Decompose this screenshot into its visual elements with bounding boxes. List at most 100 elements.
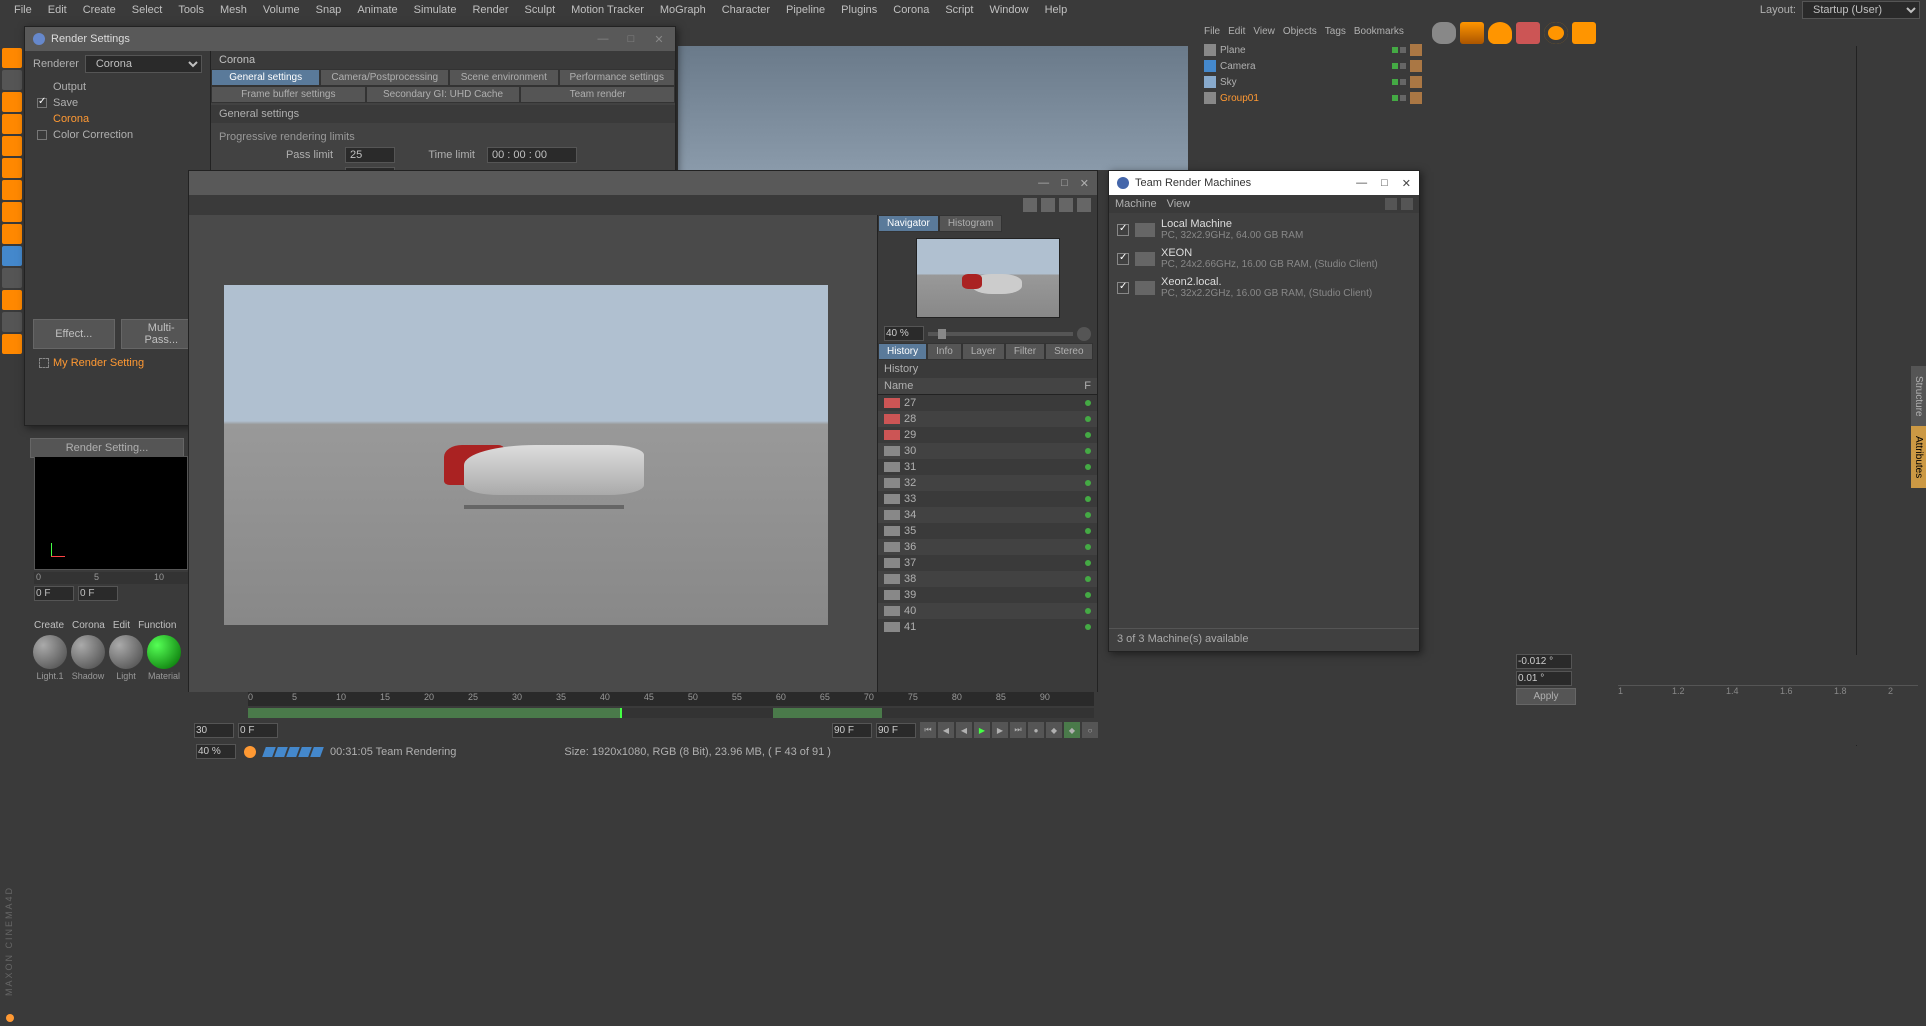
- tab-info[interactable]: Info: [927, 343, 962, 360]
- tool-blue-icon[interactable]: [2, 246, 22, 266]
- pv-close-icon[interactable]: ✕: [1080, 177, 1089, 190]
- history-row[interactable]: 31: [878, 459, 1097, 475]
- main-viewport[interactable]: [678, 46, 1188, 170]
- menu-simulate[interactable]: Simulate: [406, 4, 465, 16]
- timeline-ruler[interactable]: 0 5 10: [34, 572, 188, 584]
- cloud-icon[interactable]: [1432, 22, 1456, 44]
- menu-file[interactable]: File: [6, 4, 40, 16]
- history-row[interactable]: 30: [878, 443, 1097, 459]
- tab-history[interactable]: History: [878, 343, 927, 360]
- goto-end-icon[interactable]: ⏭: [1010, 722, 1026, 738]
- frame-start2-input[interactable]: [238, 723, 278, 738]
- tool-cube6-icon[interactable]: [2, 180, 22, 200]
- keyframe-icon[interactable]: ◆: [1046, 722, 1062, 738]
- apply-button[interactable]: Apply: [1516, 688, 1576, 705]
- object-tag-icon[interactable]: [1410, 92, 1422, 104]
- frame-b-input[interactable]: [78, 586, 118, 601]
- goto-start-icon[interactable]: ⏮: [920, 722, 936, 738]
- timeline-track[interactable]: [248, 708, 1094, 718]
- material-item[interactable]: Material: [146, 635, 182, 681]
- obj-menu-tags[interactable]: Tags: [1325, 26, 1346, 37]
- autokey-icon[interactable]: ◆: [1064, 722, 1080, 738]
- trm-menu-view[interactable]: View: [1167, 198, 1191, 210]
- tool-cube4-icon[interactable]: [2, 136, 22, 156]
- target-icon[interactable]: [1544, 22, 1568, 44]
- obj-menu-view[interactable]: View: [1253, 26, 1275, 37]
- history-row[interactable]: 32: [878, 475, 1097, 491]
- tool-cube-icon[interactable]: [2, 48, 22, 68]
- tab-scene-environment[interactable]: Scene environment: [449, 69, 558, 86]
- coord-input-2[interactable]: [1516, 671, 1572, 686]
- obj-menu-edit[interactable]: Edit: [1228, 26, 1245, 37]
- pv-tool-icon[interactable]: [1023, 198, 1037, 212]
- pv-tool-icon[interactable]: [1059, 198, 1073, 212]
- time-limit-input[interactable]: [487, 147, 577, 163]
- tool-cube8-icon[interactable]: [2, 224, 22, 244]
- renderer-dropdown[interactable]: Corona: [85, 55, 202, 73]
- tool-cube2-icon[interactable]: [2, 92, 22, 112]
- machine-checkbox[interactable]: [1117, 224, 1129, 236]
- navigator-thumbnail[interactable]: [916, 238, 1060, 318]
- menu-window[interactable]: Window: [981, 4, 1036, 16]
- pv-maximize-icon[interactable]: □: [1061, 177, 1068, 190]
- menu-edit[interactable]: Edit: [40, 4, 75, 16]
- object-row[interactable]: Sky: [1200, 74, 1426, 90]
- trm-filter-icon[interactable]: [1401, 198, 1413, 210]
- object-row[interactable]: Camera: [1200, 58, 1426, 74]
- tab-general-settings[interactable]: General settings: [211, 69, 320, 86]
- prev-frame-icon[interactable]: ◀: [938, 722, 954, 738]
- menu-mesh[interactable]: Mesh: [212, 4, 255, 16]
- graph-panel[interactable]: 11.21.41.61.82: [1618, 655, 1918, 745]
- machine-row[interactable]: Xeon2.local.PC, 32x2.2GHz, 16.00 GB RAM,…: [1111, 273, 1417, 302]
- history-row[interactable]: 36: [878, 539, 1097, 555]
- pass-limit-input[interactable]: [345, 147, 395, 163]
- tool-last-icon[interactable]: [2, 334, 22, 354]
- tab-secondary-gi[interactable]: Secondary GI: UHD Cache: [366, 86, 521, 103]
- record-icon[interactable]: ●: [1028, 722, 1044, 738]
- next-frame-icon[interactable]: ▶: [992, 722, 1008, 738]
- tab-filter[interactable]: Filter: [1005, 343, 1045, 360]
- effect-button[interactable]: Effect...: [33, 319, 115, 349]
- menu-character[interactable]: Character: [714, 4, 778, 16]
- tab-camera-postprocessing[interactable]: Camera/Postprocessing: [320, 69, 449, 86]
- camera-icon[interactable]: [1516, 22, 1540, 44]
- pv-tool-icon[interactable]: [1041, 198, 1055, 212]
- tab-team-render[interactable]: Team render: [520, 86, 675, 103]
- tree-icon[interactable]: [1460, 22, 1484, 44]
- tool-move-icon[interactable]: [2, 70, 22, 90]
- tab-performance-settings[interactable]: Performance settings: [559, 69, 676, 86]
- light-icon[interactable]: [1488, 22, 1512, 44]
- object-row[interactable]: Plane: [1200, 42, 1426, 58]
- obj-menu-bookmarks[interactable]: Bookmarks: [1354, 26, 1404, 37]
- tool-s-icon[interactable]: [2, 268, 22, 288]
- history-row[interactable]: 33: [878, 491, 1097, 507]
- tool-orange-icon[interactable]: [2, 290, 22, 310]
- trm-menu-machine[interactable]: Machine: [1115, 198, 1157, 210]
- menu-sculpt[interactable]: Sculpt: [517, 4, 564, 16]
- mat-menu-function[interactable]: Function: [138, 620, 176, 631]
- object-tag-icon[interactable]: [1410, 60, 1422, 72]
- close-icon[interactable]: ✕: [651, 31, 667, 47]
- coord-input-1[interactable]: [1516, 654, 1572, 669]
- render-settings-titlebar[interactable]: Render Settings — □ ✕: [25, 27, 675, 51]
- trm-close-icon[interactable]: ✕: [1402, 177, 1411, 190]
- trm-maximize-icon[interactable]: □: [1381, 177, 1388, 190]
- tool-cube3-icon[interactable]: [2, 114, 22, 134]
- pv-tool-icon[interactable]: [1077, 198, 1091, 212]
- tab-layer[interactable]: Layer: [962, 343, 1005, 360]
- history-row[interactable]: 40: [878, 603, 1097, 619]
- machine-checkbox[interactable]: [1117, 253, 1129, 265]
- frame-end2-input[interactable]: [876, 723, 916, 738]
- material-item[interactable]: Shadow: [70, 635, 106, 681]
- layout-dropdown[interactable]: Startup (User): [1802, 1, 1920, 19]
- attr-tab-structure[interactable]: Structure: [1911, 366, 1926, 427]
- play-icon[interactable]: ▶: [974, 722, 990, 738]
- menu-mograph[interactable]: MoGraph: [652, 4, 714, 16]
- history-row[interactable]: 41: [878, 619, 1097, 635]
- tool-cube7-icon[interactable]: [2, 202, 22, 222]
- frame-end-input[interactable]: [832, 723, 872, 738]
- menu-motiontracker[interactable]: Motion Tracker: [563, 4, 652, 16]
- tab-frame-buffer[interactable]: Frame buffer settings: [211, 86, 366, 103]
- history-row[interactable]: 35: [878, 523, 1097, 539]
- menu-snap[interactable]: Snap: [308, 4, 350, 16]
